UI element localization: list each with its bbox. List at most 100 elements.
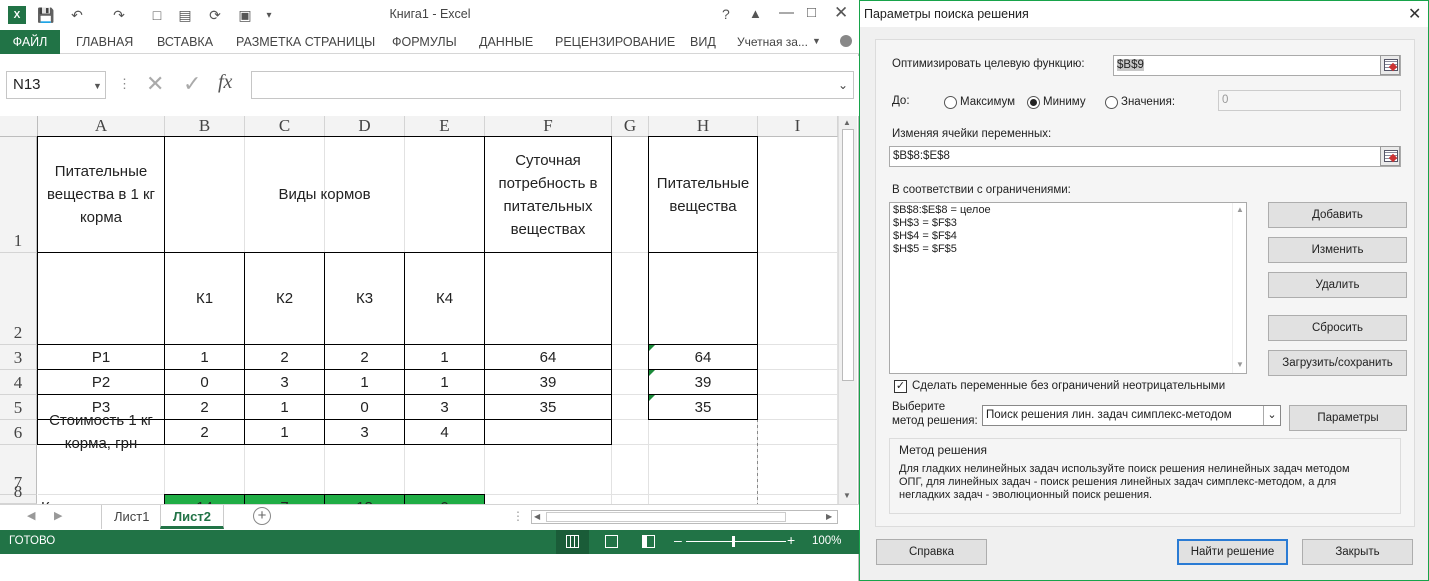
scroll-up-icon[interactable]: ▲ (843, 118, 851, 127)
row-header[interactable]: 5 (0, 395, 37, 420)
undo-icon[interactable]: ↶ (68, 6, 86, 24)
print-preview-icon[interactable]: □ (148, 6, 166, 24)
close-button[interactable]: Закрыть (1302, 539, 1413, 565)
chevron-down-icon[interactable]: ⌄ (1263, 406, 1280, 425)
cell-f1[interactable]: Суточная потребность в питательных вещес… (485, 137, 611, 252)
cell-a6[interactable]: Стоимость 1 кг корма, грн (38, 412, 164, 452)
nonneg-checkbox[interactable]: ✓ (894, 380, 907, 393)
radio-min[interactable] (1027, 96, 1040, 109)
scroll-right-icon[interactable]: ▶ (826, 512, 832, 521)
radio-max[interactable] (944, 96, 957, 109)
cell-h1[interactable]: Питательные вещества (649, 137, 757, 252)
redo-icon[interactable]: ↷ (110, 6, 128, 24)
horizontal-scroll-thumb[interactable] (546, 512, 786, 522)
help-button[interactable]: Справка (876, 539, 987, 565)
scroll-left-icon[interactable]: ◀ (534, 512, 540, 521)
cell-c4[interactable]: 3 (245, 370, 324, 394)
cell-e2[interactable]: К4 (405, 253, 484, 344)
row-header[interactable]: 1 (0, 137, 37, 253)
add-button[interactable]: Добавить (1268, 202, 1407, 228)
params-button[interactable]: Параметры (1289, 405, 1407, 431)
select-all[interactable] (0, 116, 38, 137)
screen-icon[interactable]: ▣ (236, 6, 254, 24)
value-input[interactable]: 0 (1218, 90, 1401, 111)
name-box[interactable]: N13 (6, 71, 106, 99)
cell-h5[interactable]: 35 (649, 395, 757, 419)
column-header[interactable]: D (325, 116, 405, 137)
scroll-down-icon[interactable]: ▼ (843, 491, 851, 500)
cell-c3[interactable]: 2 (245, 345, 324, 369)
column-header[interactable]: F (485, 116, 612, 137)
enter-icon[interactable]: ✓ (183, 71, 201, 97)
constraints-scrollbar[interactable]: ▲ ▼ (1232, 203, 1246, 373)
zoom-in-icon[interactable]: + (787, 532, 795, 548)
objective-ref-icon[interactable] (1380, 55, 1400, 75)
cell-f3[interactable]: 64 (485, 345, 611, 369)
constraint-item[interactable]: $H$5 = $F$5 (893, 243, 991, 256)
cancel-icon[interactable]: ✕ (146, 71, 164, 97)
worksheet-grid[interactable]: ABCDEFGHI12345678Питательные вещества в … (0, 116, 838, 504)
cell-f5[interactable]: 35 (485, 395, 611, 419)
scroll-up-icon[interactable]: ▲ (1236, 205, 1244, 214)
prev-sheet-icon[interactable]: ◀ (27, 509, 35, 522)
column-header[interactable]: H (649, 116, 758, 137)
cell-d4[interactable]: 1 (325, 370, 404, 394)
cell-b1[interactable]: Виды кормов (165, 137, 484, 252)
vertical-scrollbar[interactable]: ▲ ▼ (838, 116, 857, 504)
expand-formula-icon[interactable]: ⌄ (838, 78, 848, 92)
next-sheet-icon[interactable]: ▶ (54, 509, 62, 522)
cell-b3[interactable]: 1 (165, 345, 244, 369)
page-layout-view-icon[interactable] (605, 535, 618, 548)
constraint-item[interactable]: $H$3 = $F$3 (893, 217, 991, 230)
new-sheet-icon[interactable]: + (253, 507, 271, 525)
constraint-item[interactable]: $B$8:$E$8 = целое (893, 204, 991, 217)
cell-a8[interactable]: Количество (38, 495, 164, 505)
changing-cells-input[interactable]: $B$8:$E$8 (889, 146, 1401, 167)
refresh-icon[interactable]: ⟳ (206, 6, 224, 24)
cell-h4[interactable]: 39 (649, 370, 757, 394)
sheet-tab-list1[interactable]: Лист1 (101, 505, 161, 529)
zoom-slider-thumb[interactable] (732, 536, 735, 547)
zoom-out-icon[interactable]: – (674, 532, 682, 548)
row-header[interactable]: 3 (0, 345, 37, 370)
insert-function-icon[interactable]: fx (218, 71, 232, 94)
page-break-view-icon[interactable] (642, 535, 655, 548)
horizontal-scrollbar[interactable]: ◀ ▶ (531, 510, 838, 524)
cell-b5[interactable]: 2 (165, 395, 244, 419)
chart-icon[interactable]: ▤ (176, 6, 194, 24)
account-dropdown-icon[interactable]: ▼ (812, 36, 821, 46)
zoom-level[interactable]: 100% (812, 535, 841, 547)
method-select[interactable]: Поиск решения лин. задач симплекс-методо… (982, 405, 1281, 426)
formula-input[interactable] (251, 71, 854, 99)
column-header[interactable]: B (165, 116, 245, 137)
tab-view[interactable]: ВИД (682, 30, 724, 54)
delete-button[interactable]: Удалить (1268, 272, 1407, 298)
cell-a3[interactable]: Р1 (38, 345, 164, 369)
cell-d8[interactable]: 18 (325, 495, 404, 505)
tab-file[interactable]: ФАЙЛ (0, 30, 60, 54)
column-header[interactable]: A (38, 116, 165, 137)
radio-value[interactable] (1105, 96, 1118, 109)
name-box-dropdown-icon[interactable]: ▼ (93, 81, 102, 91)
cell-a1[interactable]: Питательные вещества в 1 кг корма (38, 137, 164, 252)
load-save-button[interactable]: Загрузить/сохранить (1268, 350, 1407, 376)
constraint-item[interactable]: $H$4 = $F$4 (893, 230, 991, 243)
row-header[interactable]: 4 (0, 370, 37, 395)
tab-review[interactable]: РЕЦЕНЗИРОВАНИЕ (547, 30, 683, 54)
dialog-close-icon[interactable]: ✕ (1408, 4, 1421, 24)
cell-b6[interactable]: 2 (165, 420, 244, 444)
reset-button[interactable]: Сбросить (1268, 315, 1407, 341)
cell-b4[interactable]: 0 (165, 370, 244, 394)
row-header[interactable]: 8 (0, 482, 37, 504)
ribbon-display-icon[interactable]: ▲ (749, 6, 762, 21)
column-header[interactable]: E (405, 116, 485, 137)
avatar[interactable] (840, 35, 852, 47)
cell-e6[interactable]: 4 (405, 420, 484, 444)
vertical-scroll-thumb[interactable] (842, 129, 854, 381)
cell-d3[interactable]: 2 (325, 345, 404, 369)
tab-insert[interactable]: ВСТАВКА (149, 30, 221, 54)
cell-f4[interactable]: 39 (485, 370, 611, 394)
tab-formulas[interactable]: ФОРМУЛЫ (384, 30, 465, 54)
cell-a4[interactable]: Р2 (38, 370, 164, 394)
customize-icon[interactable]: ▾ (260, 6, 278, 24)
